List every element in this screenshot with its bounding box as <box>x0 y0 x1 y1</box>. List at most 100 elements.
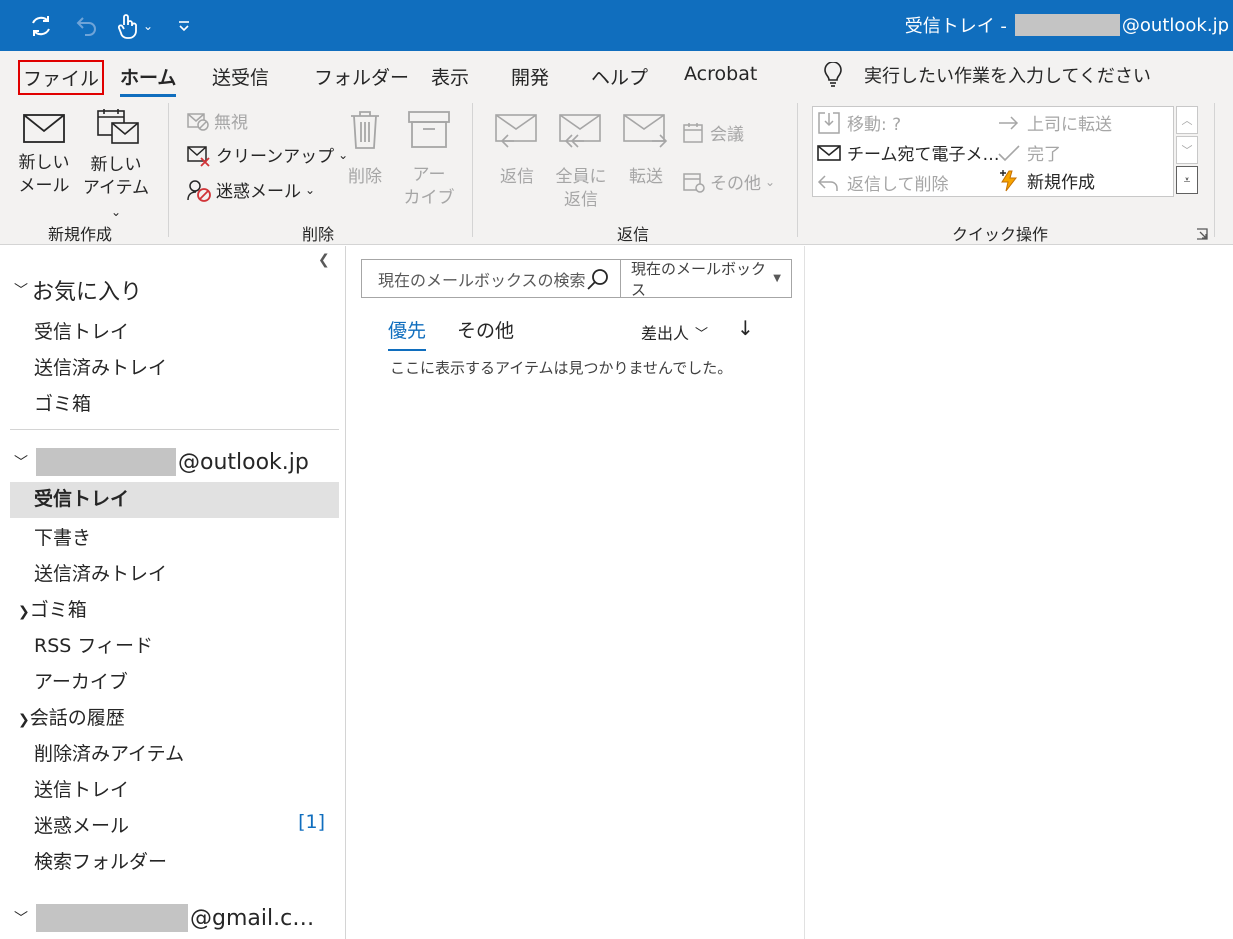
ignore-button[interactable]: 無視 <box>186 108 248 133</box>
quick-step-done[interactable]: 完了 <box>997 140 1061 165</box>
reply-button[interactable]: 返信 <box>492 111 542 189</box>
ignore-icon <box>187 112 209 131</box>
archive-button[interactable]: アー カイブ <box>402 109 456 210</box>
folder-inbox[interactable]: 受信トレイ <box>10 482 339 518</box>
window-title-prefix: 受信トレイ - <box>904 16 1007 37</box>
folder-conversation-history-label: 会話の履歴 <box>29 707 125 729</box>
tab-file[interactable]: ファイル <box>18 60 105 95</box>
quick-step-done-label: 完了 <box>1027 145 1061 165</box>
folder-archive[interactable]: アーカイブ <box>34 667 128 694</box>
quick-step-team-email[interactable]: チーム宛て電子メ… <box>817 140 1000 165</box>
forward-button[interactable]: 転送 <box>620 111 672 189</box>
folder-conversation-history[interactable]: ❯会話の履歴 <box>18 703 125 730</box>
move-icon <box>818 111 840 134</box>
more-respond-button[interactable]: その他 ⌄ <box>682 169 775 194</box>
dialog-launcher-button[interactable] <box>1196 225 1208 244</box>
reply-all-button[interactable]: 全員に 返信 <box>552 111 610 212</box>
tab-acrobat[interactable]: Acrobat <box>684 63 757 85</box>
folder-fav-inbox[interactable]: 受信トレイ <box>34 317 129 344</box>
gallery-expand-button[interactable]: ⩡ <box>1176 166 1198 194</box>
tab-home[interactable]: ホーム <box>120 63 177 97</box>
quick-step-to-manager[interactable]: 上司に転送 <box>997 110 1112 135</box>
new-item-button[interactable]: 新しい アイテム ⌄ <box>78 107 154 224</box>
scroll-up-button[interactable]: ︿ <box>1176 106 1198 134</box>
lightning-icon <box>1000 169 1018 191</box>
search-input[interactable]: 現在のメールボックスの検索 <box>362 260 621 297</box>
folder-outbox[interactable]: 送信トレイ <box>34 775 129 802</box>
new-mail-button[interactable]: 新しい メール <box>16 111 72 198</box>
search-scope-label: 現在のメールボックス <box>631 259 767 299</box>
sync-icon[interactable] <box>26 12 56 40</box>
chevron-down-icon: ⌄ <box>765 174 776 189</box>
quick-step-create-new[interactable]: 新規作成 <box>997 168 1095 193</box>
tell-me-box[interactable]: 実行したい作業を入力してください <box>822 62 1151 88</box>
folder-junk[interactable]: 迷惑メール <box>34 811 129 838</box>
lightbulb-icon <box>824 62 842 87</box>
sort-direction-button[interactable]: ↓ <box>737 316 754 340</box>
tab-focused[interactable]: 優先 <box>388 316 427 351</box>
tab-view[interactable]: 表示 <box>431 63 469 90</box>
search-scope-dropdown[interactable]: 現在のメールボックス ▼ <box>621 259 791 299</box>
tab-send-receive[interactable]: 送受信 <box>212 63 269 90</box>
redacted-address <box>1014 14 1120 36</box>
message-list: 現在のメールボックスの検索 現在のメールボックス ▼ 優先 その他 差出人 ﹀ … <box>347 246 805 939</box>
cleanup-button[interactable]: クリーンアップ ⌄ <box>186 142 348 167</box>
tab-developer[interactable]: 開発 <box>511 63 549 90</box>
group-separator <box>797 103 798 237</box>
quick-step-move[interactable]: 移動: ? <box>817 110 901 135</box>
group-separator <box>472 103 473 237</box>
folder-pane: ❮ ﹀ お気に入り 受信トレイ 送信済みトレイ ゴミ箱 ﹀ @outlook.j… <box>0 246 346 939</box>
expand-gallery-icon: ⩡ <box>1183 172 1191 187</box>
envelope-icon <box>817 144 841 161</box>
quick-steps-scroll: ︿ ﹀ ⩡ <box>1176 106 1198 197</box>
new-item-label-2: アイテム <box>82 178 150 198</box>
quick-step-to-manager-label: 上司に転送 <box>1027 115 1112 135</box>
tab-folder[interactable]: フォルダー <box>314 63 409 90</box>
folder-deleted-items[interactable]: 削除済みアイテム <box>34 739 184 766</box>
folder-drafts[interactable]: 下書き <box>34 523 91 550</box>
search-icon[interactable] <box>586 267 610 291</box>
calendar-icon <box>683 122 703 143</box>
checkmark-icon <box>998 144 1020 161</box>
meeting-button[interactable]: 会議 <box>682 120 744 145</box>
tab-other[interactable]: その他 <box>457 316 514 343</box>
window-title-suffix: @outlook.jp <box>1121 14 1229 36</box>
tab-help[interactable]: ヘルプ <box>591 63 648 90</box>
folder-sent[interactable]: 送信済みトレイ <box>34 559 167 586</box>
collapse-pane-icon[interactable]: ❮ <box>318 252 330 268</box>
favorites-header[interactable]: ﹀ お気に入り <box>14 274 142 306</box>
new-mail-label-2: メール <box>18 176 70 196</box>
folder-fav-trash[interactable]: ゴミ箱 <box>34 389 91 416</box>
quick-step-reply-delete-label: 返信して削除 <box>847 175 949 195</box>
quick-step-reply-delete[interactable]: 返信して削除 <box>817 170 949 195</box>
account-outlook-label: @outlook.jp <box>178 449 309 475</box>
junk-button[interactable]: 迷惑メール ⌄ <box>186 177 315 202</box>
folder-rss[interactable]: RSS フィード <box>34 631 153 658</box>
reply-all-icon <box>559 114 601 148</box>
archive-label-2: カイブ <box>403 188 455 208</box>
touch-mode-icon[interactable]: ⌄ <box>110 12 158 40</box>
chevron-down-icon: ﹀ <box>14 455 28 471</box>
dropdown-arrow-icon: ▼ <box>773 273 781 284</box>
search-placeholder: 現在のメールボックスの検索 <box>378 270 586 290</box>
folder-search[interactable]: 検索フォルダー <box>34 847 167 874</box>
empty-list-message: ここに表示するアイテムは見つかりませんでした。 <box>390 359 733 377</box>
chevron-right-icon: ❯ <box>18 712 30 728</box>
sort-by-dropdown[interactable]: 差出人 ﹀ <box>641 320 708 344</box>
scroll-down-button[interactable]: ﹀ <box>1176 136 1198 164</box>
chevron-down-icon: ﹀ <box>14 911 28 927</box>
group-label-quick-steps: クイック操作 <box>952 225 1049 244</box>
account-header-gmail[interactable]: ﹀ @gmail.c… <box>14 904 314 932</box>
folder-fav-sent[interactable]: 送信済みトレイ <box>34 353 167 380</box>
undo-icon[interactable] <box>72 12 102 40</box>
cleanup-label: クリーンアップ <box>216 147 335 167</box>
account-header-outlook[interactable]: ﹀ @outlook.jp <box>14 448 309 476</box>
delete-button[interactable]: 削除 <box>340 109 390 189</box>
tell-me-text: 実行したい作業を入力してください <box>864 66 1151 87</box>
group-separator <box>1214 103 1215 237</box>
reply-label: 返信 <box>500 167 534 187</box>
folder-trash[interactable]: ❯ゴミ箱 <box>18 595 87 622</box>
customize-toolbar-icon[interactable] <box>172 12 196 40</box>
group-label-new: 新規作成 <box>48 225 113 244</box>
forward-label: 転送 <box>629 167 663 187</box>
